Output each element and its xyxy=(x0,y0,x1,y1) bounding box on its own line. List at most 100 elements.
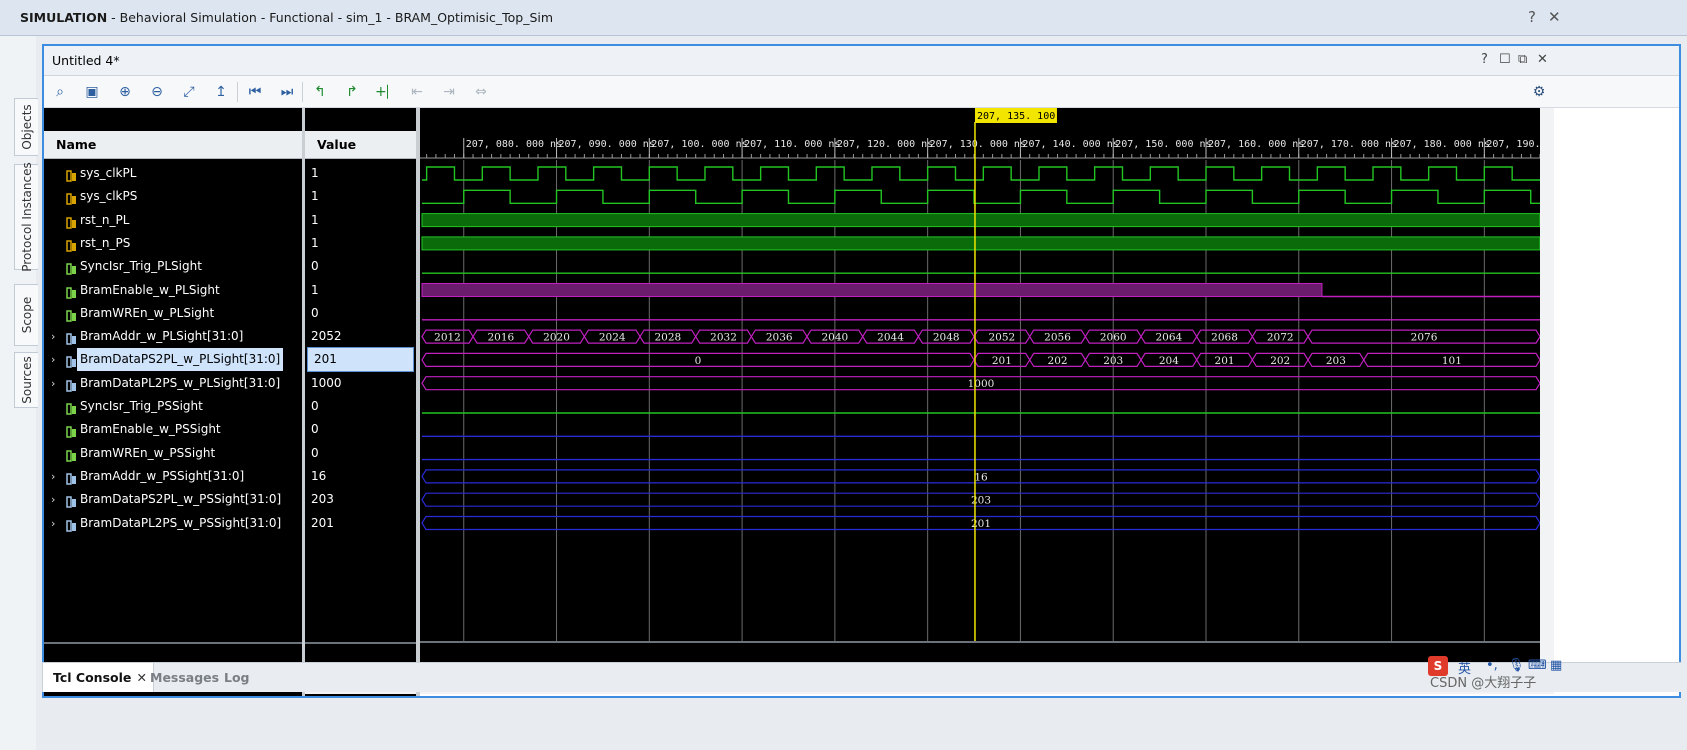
signal-row[interactable]: › BramAddr_w_PSSight[31:0] xyxy=(44,465,302,488)
help-icon[interactable]: ? xyxy=(1528,8,1536,26)
save-icon[interactable]: ▣ xyxy=(83,83,101,101)
signal-value[interactable]: 1 xyxy=(305,279,416,302)
panel-minimize-icon[interactable]: ☐ xyxy=(1499,52,1511,67)
zoom-out-icon[interactable]: ⊖ xyxy=(148,83,166,101)
ime-keyboard-icon[interactable]: ⌨ xyxy=(1528,658,1547,673)
waveform-svg[interactable]: 207, 080. 000 ns207, 090. 000 ns207, 100… xyxy=(420,108,1559,680)
signal-name: BramDataPS2PL_w_PLSight[31:0] xyxy=(77,348,284,372)
panel-float-icon[interactable]: ⧉ xyxy=(1518,52,1527,67)
signal-row[interactable]: › BramDataPL2PS_w_PSSight[31:0] xyxy=(44,512,302,535)
signal-value[interactable]: 203 xyxy=(305,488,416,511)
signal-row[interactable]: BramEnable_w_PLSight xyxy=(44,279,302,302)
signal-value[interactable]: 0 xyxy=(305,418,416,441)
goto-cursor-icon[interactable]: ↥ xyxy=(212,83,230,101)
ime-mic-icon[interactable]: 🎙 xyxy=(1508,658,1525,673)
wire-signal-icon xyxy=(66,260,77,275)
expand-chevron-icon[interactable]: › xyxy=(51,348,55,371)
ruler-tick-label: 207, 190. 00 xyxy=(1486,139,1540,150)
side-tab-objects[interactable]: Objects xyxy=(14,98,38,156)
clock-waveform xyxy=(422,189,1540,204)
bus-value-label: 2068 xyxy=(1211,332,1238,344)
bus-value-label: 101 xyxy=(1442,355,1462,367)
signal-value[interactable]: 0 xyxy=(305,255,416,278)
next-marker-icon[interactable]: ⇥ xyxy=(440,83,458,101)
expand-chevron-icon[interactable]: › xyxy=(51,512,55,535)
tab-tcl-console-label: Tcl Console xyxy=(53,670,132,685)
bus-value-label: 201 xyxy=(1215,355,1235,367)
enable-high-waveform xyxy=(421,283,1323,297)
reset-high-waveform xyxy=(421,213,1541,228)
zoom-in-icon[interactable]: ⊕ xyxy=(116,83,134,101)
signal-value[interactable]: 1 xyxy=(305,209,416,232)
window-title-strong: SIMULATION xyxy=(20,10,108,25)
side-tab-protocol-instances[interactable]: Protocol Instances xyxy=(14,162,38,272)
signal-row[interactable]: sys_clkPL xyxy=(44,162,302,185)
expand-chevron-icon[interactable]: › xyxy=(51,325,55,348)
name-column-header[interactable]: Name xyxy=(44,131,302,159)
bus-signal-icon xyxy=(66,493,77,508)
signal-row[interactable]: rst_n_PL xyxy=(44,209,302,232)
add-marker-icon[interactable]: +⎸ xyxy=(375,83,401,101)
signal-row[interactable]: BramWREn_w_PSSight xyxy=(44,442,302,465)
tab-log[interactable]: Log xyxy=(214,663,260,692)
bus-signal-icon xyxy=(66,353,77,369)
signal-value[interactable]: 201 xyxy=(307,347,414,373)
ime-menu-icon[interactable]: ▦ xyxy=(1550,658,1562,673)
tab-tcl-console[interactable]: Tcl Console ✕ xyxy=(42,663,154,692)
bus-signal-icon xyxy=(66,377,77,392)
signal-row[interactable]: BramEnable_w_PSSight xyxy=(44,418,302,441)
panel-close-icon[interactable]: ✕ xyxy=(1537,52,1548,67)
signal-row[interactable]: › BramDataPS2PL_w_PSSight[31:0] xyxy=(44,488,302,511)
signal-row[interactable]: › BramAddr_w_PLSight[31:0] xyxy=(44,325,302,348)
settings-icon[interactable]: ⚙ xyxy=(1530,83,1548,101)
signal-value[interactable]: 1 xyxy=(305,185,416,208)
side-tab-scope-label: Scope xyxy=(19,296,34,334)
prev-transition-icon[interactable]: ↰ xyxy=(311,83,329,101)
side-tab-scope[interactable]: Scope xyxy=(14,284,38,346)
signal-name: sys_clkPL xyxy=(80,166,137,180)
ime-punct-icon[interactable]: •, xyxy=(1486,658,1498,673)
close-icon[interactable]: ✕ xyxy=(1548,8,1561,26)
ruler-tick-label: 207, 130. 000 ns xyxy=(930,139,1026,150)
bus-value-label: 2072 xyxy=(1267,332,1294,344)
prev-marker-icon[interactable]: ⇤ xyxy=(408,83,426,101)
waveform-area[interactable]: 207, 080. 000 ns 207, 090. 000 ns 207, 100… xyxy=(420,108,1559,680)
signal-value[interactable]: 0 xyxy=(305,302,416,325)
signal-value[interactable]: 0 xyxy=(305,395,416,418)
panel-help-icon[interactable]: ? xyxy=(1481,52,1488,67)
waveform-vertical-scrollbar[interactable] xyxy=(1540,108,1554,680)
signal-row[interactable]: BramWREn_w_PLSight xyxy=(44,302,302,325)
signal-name-column: Name sys_clkPL sys_clkPS rst_n_PL rst_n_PS S… xyxy=(44,108,302,696)
expand-chevron-icon[interactable]: › xyxy=(51,372,55,395)
signal-name: rst_n_PS xyxy=(80,235,131,250)
signal-value[interactable]: 2052 xyxy=(305,325,416,348)
signal-row[interactable]: SyncIsr_Trig_PLSight xyxy=(44,255,302,278)
side-tab-sources[interactable]: Sources xyxy=(14,352,38,408)
bus-value-label: 16 xyxy=(974,471,988,483)
signal-value[interactable]: 0 xyxy=(305,442,416,465)
swap-cursor-icon[interactable]: ⇔ xyxy=(472,83,490,101)
search-icon[interactable]: ⌕ xyxy=(51,83,69,101)
signal-value[interactable]: 1 xyxy=(305,162,416,185)
reset-high-waveform xyxy=(421,236,1541,251)
bus-signal-icon xyxy=(66,470,77,485)
bus-value-label: 2064 xyxy=(1156,332,1183,344)
signal-value[interactable]: 16 xyxy=(305,465,416,488)
window-title-rest: - Behavioral Simulation - Functional - s… xyxy=(107,10,554,25)
signal-value[interactable]: 201 xyxy=(305,512,416,535)
signal-row[interactable]: rst_n_PS xyxy=(44,232,302,255)
expand-chevron-icon[interactable]: › xyxy=(51,465,55,488)
value-column-header[interactable]: Value xyxy=(305,131,416,159)
signal-row[interactable]: sys_clkPS xyxy=(44,185,302,208)
signal-row[interactable]: › BramDataPL2PS_w_PLSight[31:0] xyxy=(44,372,302,395)
goto-end-icon[interactable]: ⏭ xyxy=(278,83,296,101)
signal-row[interactable]: › BramDataPS2PL_w_PLSight[31:0] xyxy=(44,348,302,372)
zoom-fit-icon[interactable]: ⤢ xyxy=(180,83,198,101)
goto-start-icon[interactable]: ⏮ xyxy=(246,83,264,101)
next-transition-icon[interactable]: ↱ xyxy=(343,83,361,101)
signal-value[interactable]: 1000 xyxy=(305,372,416,395)
expand-chevron-icon[interactable]: › xyxy=(51,488,55,511)
bus-value-label: 2012 xyxy=(434,332,461,344)
signal-value[interactable]: 1 xyxy=(305,232,416,255)
signal-row[interactable]: SyncIsr_Trig_PSSight xyxy=(44,395,302,418)
